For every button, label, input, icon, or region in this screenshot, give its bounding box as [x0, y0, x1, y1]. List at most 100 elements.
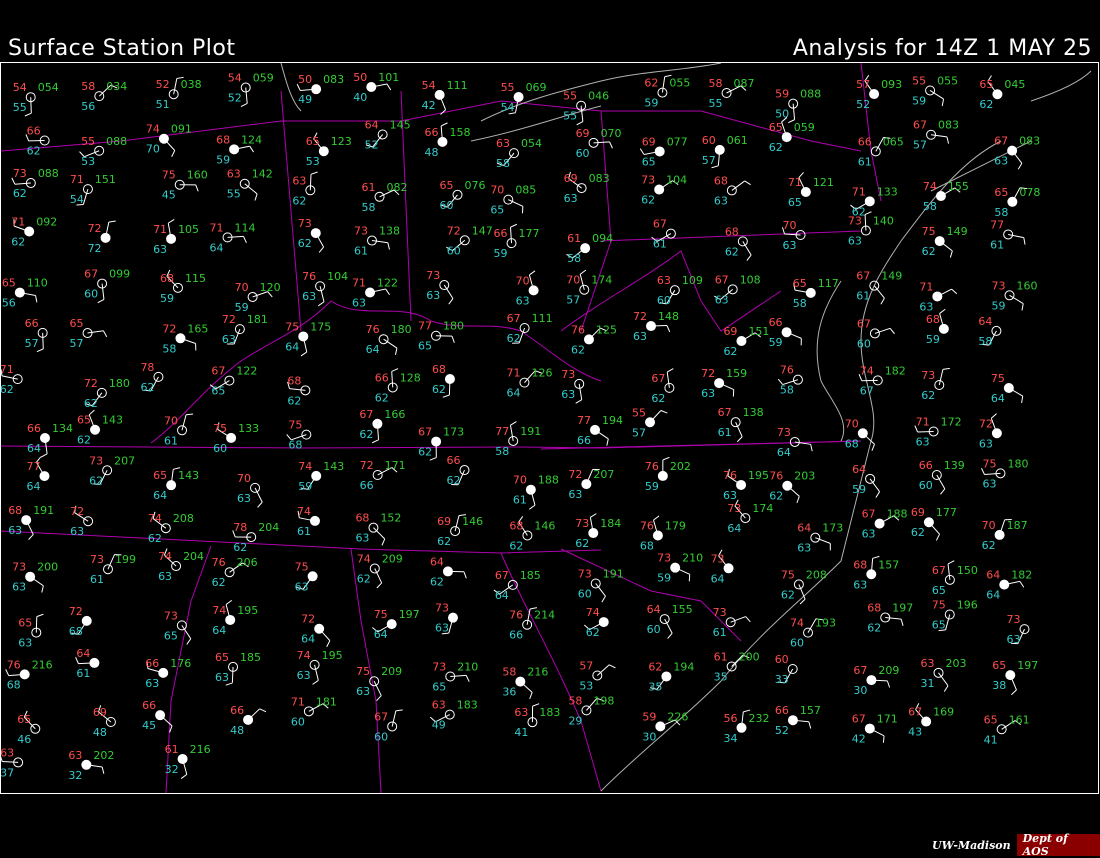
temperature-label: 77 — [577, 414, 591, 427]
temperature-label: 77 — [990, 218, 1004, 231]
pressure-label: 173 — [822, 522, 843, 535]
station-plot: 7362184 — [575, 514, 621, 550]
pressure-label: 177 — [519, 227, 540, 240]
pressure-label: 083 — [323, 73, 344, 86]
dewpoint-label: 64 — [366, 343, 380, 356]
pressure-label: 122 — [377, 276, 398, 289]
temperature-label: 67 — [856, 270, 870, 283]
wind-barb-feather — [668, 633, 673, 638]
wind-barb-feather — [318, 302, 324, 306]
temperature-label: 67 — [994, 135, 1008, 148]
temperature-label: 67 — [715, 273, 729, 286]
dewpoint-label: 55 — [13, 101, 27, 114]
dewpoint-label: 63 — [8, 524, 22, 537]
temperature-label: 62 — [644, 77, 658, 90]
station-plot: 7562208 — [781, 568, 827, 604]
wind-barb — [594, 142, 610, 143]
pressure-label: 193 — [815, 617, 836, 630]
dewpoint-label: 58 — [495, 445, 509, 458]
temperature-label: 64 — [76, 647, 90, 660]
wind-barb-feather — [809, 722, 811, 729]
station-plot: 6553123 — [306, 133, 352, 168]
dewpoint-label: 56 — [81, 100, 95, 113]
temperature-label: 67 — [84, 268, 98, 281]
station-plot: 7361199 — [90, 553, 136, 586]
temperature-label: 70 — [513, 474, 527, 487]
temperature-label: 75 — [285, 320, 299, 333]
wind-barb — [870, 479, 880, 492]
wind-barb — [2, 376, 18, 379]
pressure-label: 188 — [887, 508, 908, 521]
dewpoint-label: 62 — [13, 187, 27, 200]
dewpoint-label: 62 — [140, 381, 154, 394]
temperature-label: 72 — [162, 322, 176, 335]
dewpoint-label: 63 — [435, 622, 449, 635]
temperature-label: 59 — [775, 88, 789, 101]
station-plot: 6460155 — [647, 603, 693, 638]
temperature-label: 67 — [374, 710, 388, 723]
temperature-label: 63 — [292, 174, 306, 187]
temperature-label: 71 — [852, 185, 866, 198]
pressure-label: 214 — [534, 609, 555, 622]
temperature-label: 65 — [153, 469, 167, 482]
temperature-label: 68 — [216, 133, 230, 146]
pressure-label: 180 — [109, 377, 130, 390]
station-plot: 7263181 — [222, 313, 268, 346]
dewpoint-label: 63 — [714, 194, 728, 207]
pressure-label: 183 — [539, 706, 560, 719]
wind-barb-feather — [313, 680, 319, 684]
station-plot: 7668216 — [6, 658, 53, 691]
station-plot: 7263207 — [568, 468, 614, 501]
pressure-label: 208 — [806, 568, 827, 581]
pressure-label: 202 — [670, 460, 691, 473]
dewpoint-label: 62 — [430, 575, 444, 588]
wind-barb — [799, 584, 805, 599]
station-plot: 7663104 — [302, 270, 348, 306]
dewpoint-label: 59 — [912, 94, 926, 107]
pressure-label: 034 — [106, 80, 127, 93]
dewpoint-label: 61 — [164, 434, 178, 447]
temperature-label: 76 — [366, 323, 380, 336]
wind-barb — [948, 564, 950, 580]
temperature-label: 73 — [711, 552, 725, 565]
temperature-label: 78 — [233, 521, 247, 534]
pressure-label: 059 — [253, 72, 274, 85]
pressure-label: 138 — [743, 406, 764, 419]
pressure-label: 195 — [748, 469, 769, 482]
dewpoint-label: 72 — [88, 242, 102, 255]
pressure-label: 173 — [443, 426, 464, 439]
pressure-label: 181 — [316, 695, 337, 708]
temperature-label: 72 — [88, 222, 102, 235]
pressure-label: 207 — [114, 454, 135, 467]
temperature-label: 67 — [418, 426, 432, 439]
pressure-label: 183 — [457, 699, 478, 712]
dewpoint-label: 50 — [775, 108, 789, 121]
pressure-label: 155 — [948, 180, 969, 193]
temperature-label: 76 — [302, 270, 316, 283]
dewpoint-label: 31 — [921, 677, 935, 690]
pressure-label: 147 — [472, 224, 493, 237]
dewpoint-label: 32 — [165, 763, 179, 776]
dewpoint-label: 62 — [911, 526, 925, 539]
station-plot: 6762166 — [359, 408, 405, 443]
pressure-label: 216 — [32, 658, 53, 671]
wind-barb — [918, 431, 934, 432]
temperature-label: 74 — [212, 604, 226, 617]
dewpoint-label: 58 — [793, 297, 807, 310]
temperature-label: 69 — [564, 172, 578, 185]
temperature-label: 64 — [797, 522, 811, 535]
station-plot: 6459 — [852, 463, 880, 498]
wind-barb-feather — [241, 103, 247, 106]
wind-barb-feather — [602, 596, 606, 602]
station-plot: 6360109 — [657, 274, 703, 307]
station-plot: 6763188 — [862, 508, 908, 541]
station-plot: 7263148 — [633, 310, 679, 343]
temperature-label: 76 — [769, 470, 783, 483]
station-plot: 7659202 — [645, 457, 691, 493]
temperature-label: 73 — [641, 174, 655, 187]
dewpoint-label: 58 — [923, 200, 937, 213]
dewpoint-label: 62 — [922, 245, 936, 258]
dewpoint-label: 37 — [1, 766, 14, 779]
dewpoint-label: 62 — [375, 391, 389, 404]
pressure-label: 174 — [752, 502, 773, 515]
